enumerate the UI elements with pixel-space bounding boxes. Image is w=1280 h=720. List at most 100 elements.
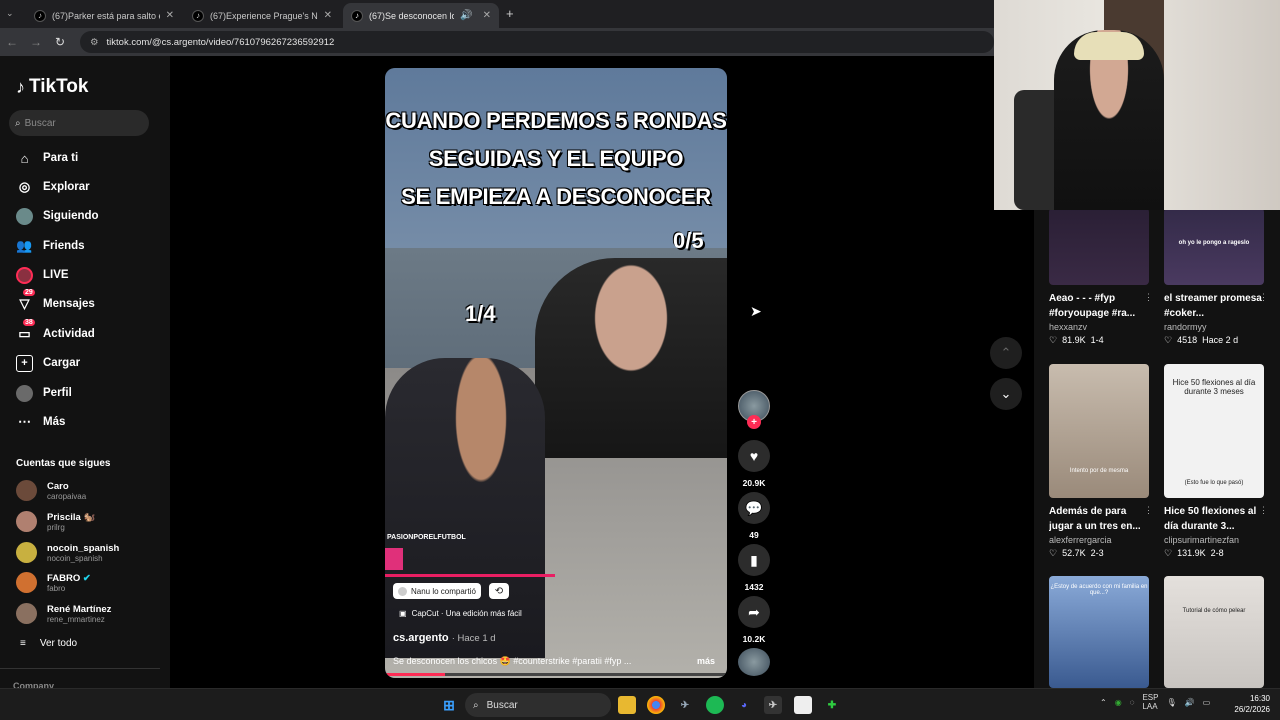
music-disc-icon[interactable] xyxy=(738,648,770,676)
webcam-person xyxy=(1074,32,1144,60)
spotify-icon[interactable] xyxy=(706,696,724,714)
followed-account[interactable]: René Martínez rene_mmartinez xyxy=(16,603,111,624)
obs-icon[interactable]: ✚ xyxy=(823,696,841,714)
bookmark-icon[interactable]: ▮ xyxy=(738,544,770,576)
speaker-icon[interactable]: 🔊 xyxy=(460,10,472,21)
nav-para-ti[interactable]: ⌂ Para ti xyxy=(16,148,79,168)
forward-icon[interactable]: → xyxy=(24,35,48,49)
nav-label: Mensajes xyxy=(43,298,95,310)
nav-friends[interactable]: 👥 Friends xyxy=(16,236,85,256)
recommended-card[interactable]: Hice 50 flexiones al día durante 3 meses… xyxy=(1164,364,1268,559)
followed-account[interactable]: nocoin_spanish nocoin_spanish xyxy=(16,542,119,563)
follow-plus-icon[interactable]: + xyxy=(747,415,761,429)
reload-icon[interactable]: ↻ xyxy=(48,35,72,49)
close-tab-icon[interactable]: ✕ xyxy=(483,10,491,21)
shared-by-chip[interactable]: Nanu lo compartió xyxy=(393,583,481,599)
more-options-icon[interactable]: ⋮ xyxy=(1144,292,1153,303)
microphone-icon[interactable]: 🎙 xyxy=(1166,698,1176,707)
video-thumbnail[interactable] xyxy=(1049,208,1149,285)
tray-app-icon[interactable]: ◉ xyxy=(1115,698,1122,707)
followed-account[interactable]: FABRO ✔ fabro xyxy=(16,572,91,593)
volume-icon[interactable]: 🔊 xyxy=(1185,698,1195,707)
avatar xyxy=(16,480,37,501)
language-indicator[interactable]: ESP LAA xyxy=(1142,693,1158,711)
search-icon: ⌕ xyxy=(473,699,479,711)
video-thumbnail[interactable]: Tutorial de cómo pelear xyxy=(1164,576,1264,688)
steam-active-icon[interactable]: ✈ xyxy=(764,696,782,714)
card-user[interactable]: clipsurimartinezfan xyxy=(1164,535,1264,545)
nav-cargar[interactable]: + Cargar xyxy=(16,353,80,373)
windows-start-icon[interactable]: ⊞ xyxy=(440,696,458,714)
comment-action[interactable]: 💬 49 xyxy=(738,492,770,540)
recommended-card[interactable]: Aeao - - - #fyp #foryoupage #ra... ⋮ hex… xyxy=(1049,208,1153,346)
browser-tab-2[interactable]: ♪ (67)Experience Prague's Nightl ✕ xyxy=(184,3,340,28)
tab-list-dropdown-icon[interactable]: ⌄ xyxy=(6,8,14,19)
capcut-link[interactable]: ▣ CapCut · Una edición más fácil xyxy=(399,609,522,618)
wifi-icon[interactable]: ◌ xyxy=(1130,698,1135,707)
nav-label: Friends xyxy=(43,240,85,252)
share-icon[interactable]: ➦ xyxy=(738,596,770,628)
site-info-icon[interactable]: ⚙ xyxy=(90,37,99,48)
tray-expand-icon[interactable]: ⌃ xyxy=(1100,698,1107,707)
video-author[interactable]: cs.argento · Hace 1 d xyxy=(393,632,496,644)
taskbar-clock[interactable]: 16:30 26/2/2026 xyxy=(1226,693,1270,715)
tiktok-logo[interactable]: ♪ TikTok xyxy=(16,76,88,98)
search-input[interactable]: ⌕ Buscar xyxy=(9,110,149,136)
thumbnail-text: (Esto fue lo que pasó) xyxy=(1184,480,1244,486)
close-tab-icon[interactable]: ✕ xyxy=(166,10,174,21)
recommended-card[interactable]: Intento por de mesma Además de para juga… xyxy=(1049,364,1153,559)
author-name[interactable]: cs.argento xyxy=(393,632,449,644)
more-options-icon[interactable]: ⋮ xyxy=(1144,505,1153,516)
search-placeholder: Buscar xyxy=(24,117,56,129)
followed-account[interactable]: Caro caropaivaa xyxy=(16,480,86,501)
next-video-button[interactable]: ⌄ xyxy=(990,378,1022,410)
see-all-link[interactable]: ≡ Ver todo xyxy=(20,638,77,649)
share-count: 10.2K xyxy=(742,634,766,644)
followed-account[interactable]: Priscila 🐿️ prilrg xyxy=(16,511,95,532)
nav-siguiendo[interactable]: Siguiendo xyxy=(16,206,99,226)
like-action[interactable]: ♥ 20.9K xyxy=(738,440,770,488)
url-field[interactable]: ⚙ tiktok.com/@cs.argento/video/761079626… xyxy=(80,31,994,53)
notes-icon[interactable] xyxy=(794,696,812,714)
more-options-icon[interactable]: ⋮ xyxy=(1259,505,1268,516)
close-tab-icon[interactable]: ✕ xyxy=(324,10,332,21)
comment-icon[interactable]: 💬 xyxy=(738,492,770,524)
card-user[interactable]: hexxanzv xyxy=(1049,322,1149,332)
video-thumbnail[interactable]: ¿Estoy de acuerdo con mi familia en que.… xyxy=(1049,576,1149,688)
verified-icon: ✔ xyxy=(82,572,91,584)
card-user[interactable]: alexferrergarcia xyxy=(1049,535,1149,545)
card-user[interactable]: randormyy xyxy=(1164,322,1264,332)
save-action[interactable]: ▮ 1432 xyxy=(738,544,770,592)
battery-icon[interactable]: ▭ xyxy=(1203,698,1211,707)
nav-perfil[interactable]: Perfil xyxy=(16,383,72,403)
more-button[interactable]: más xyxy=(697,656,715,666)
taskbar-search[interactable]: ⌕ Buscar xyxy=(465,693,611,717)
new-tab-icon[interactable]: + xyxy=(506,6,514,21)
video-score-text: 1/4 xyxy=(465,301,496,326)
recommended-card[interactable]: Tutorial de cómo pelear xyxy=(1164,576,1264,688)
video-player[interactable]: CUANDO PERDEMOS 5 RONDAS SEGUIDAS Y EL E… xyxy=(385,68,727,678)
back-icon[interactable]: ← xyxy=(0,35,24,49)
video-thumbnail[interactable]: Hice 50 flexiones al día durante 3 meses… xyxy=(1164,364,1264,498)
file-explorer-icon[interactable] xyxy=(618,696,636,714)
browser-tab-1[interactable]: ♪ (67)Parker está para salto en la ✕ xyxy=(26,3,182,28)
live-icon xyxy=(16,266,33,284)
previous-video-button[interactable]: ⌃ xyxy=(990,337,1022,369)
steam-icon[interactable]: ✈ xyxy=(676,696,694,714)
nav-mas[interactable]: ⋯ Más xyxy=(16,412,65,432)
nav-mensajes[interactable]: ▽ 29 Mensajes xyxy=(16,288,95,314)
more-options-icon[interactable]: ⋮ xyxy=(1259,292,1268,303)
nav-live[interactable]: LIVE xyxy=(16,265,69,285)
chrome-icon[interactable] xyxy=(647,696,665,714)
discord-icon[interactable]: ◕ xyxy=(735,696,753,714)
recommended-card[interactable]: ¿Estoy de acuerdo con mi familia en que.… xyxy=(1049,576,1149,688)
share-action[interactable]: ➦ 10.2K xyxy=(738,596,770,644)
video-thumbnail[interactable]: oh yo le pongo a rageslo xyxy=(1164,208,1264,285)
video-thumbnail[interactable]: Intento por de mesma xyxy=(1049,364,1149,498)
heart-icon[interactable]: ♥ xyxy=(738,440,770,472)
repost-icon[interactable]: ⟲ xyxy=(489,583,509,599)
browser-tab-active[interactable]: ♪ (67)Se desconocen los chic 🔊 ✕ xyxy=(343,3,499,28)
recommended-card[interactable]: oh yo le pongo a rageslo el streamer pro… xyxy=(1164,208,1268,346)
nav-actividad[interactable]: ▭ 38 Actividad xyxy=(16,318,95,344)
nav-explorar[interactable]: ◎ Explorar xyxy=(16,177,90,197)
